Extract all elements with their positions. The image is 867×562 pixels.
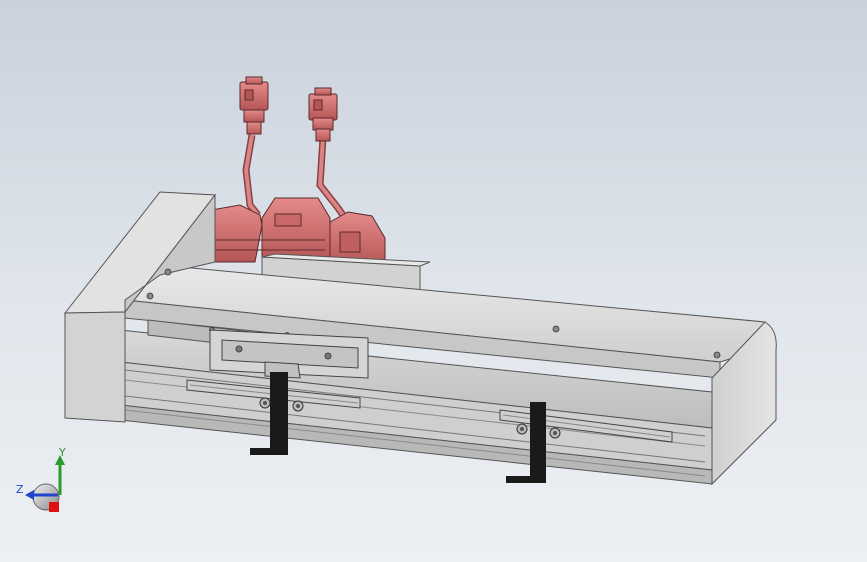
x-axis-icon	[49, 502, 59, 512]
carriage[interactable]	[209, 329, 369, 379]
3d-model-view[interactable]: Y Z	[0, 0, 867, 562]
connector-left	[239, 76, 269, 135]
orientation-triad[interactable]: Y Z	[16, 446, 66, 512]
y-axis-label: Y	[58, 446, 66, 459]
cad-viewport[interactable]: Y Z	[0, 0, 867, 562]
connector-right	[308, 87, 338, 142]
z-axis-label: Z	[16, 483, 24, 496]
